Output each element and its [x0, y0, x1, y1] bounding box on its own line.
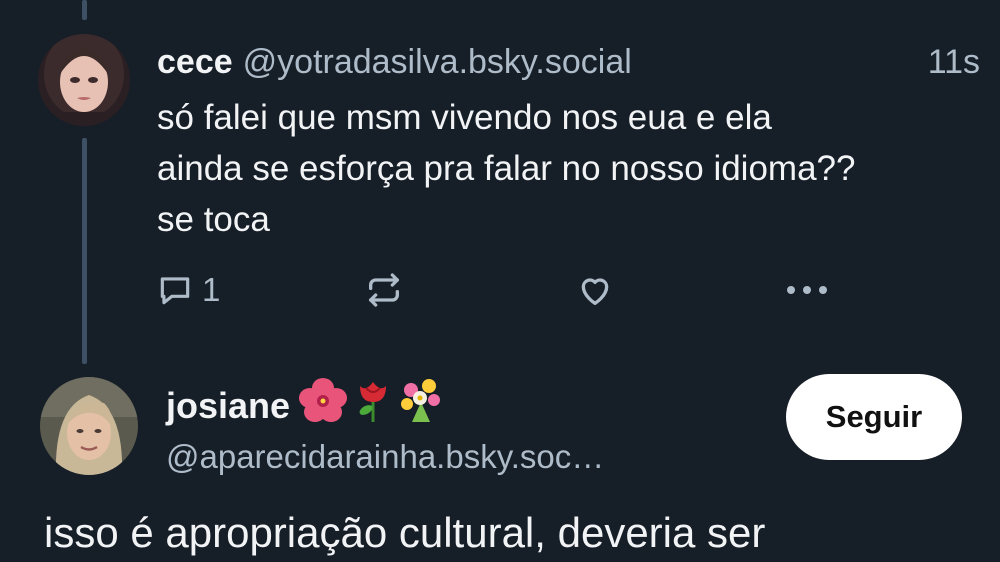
repost-icon [364, 270, 404, 310]
author-handle[interactable]: @yotradasilva.bsky.social [243, 43, 632, 81]
post-timestamp[interactable]: 11s [928, 40, 980, 84]
more-options-button[interactable] [784, 262, 830, 318]
repost-button[interactable] [364, 262, 404, 318]
post-text-line: se toca [157, 200, 270, 239]
post-text: isso é apropriação cultural, deveria ser [44, 509, 766, 556]
author-name[interactable]: cece [157, 43, 233, 81]
post-text-line: só falei que msm vivendo nos eua e ela [157, 98, 772, 137]
thread-line-top [82, 0, 87, 20]
more-icon [784, 283, 830, 297]
like-button[interactable] [575, 262, 615, 318]
author-handle[interactable]: @aparecidarainha.bsky.soc… [166, 435, 604, 479]
thread-line [82, 138, 87, 364]
hibiscus-emoji [298, 376, 348, 435]
follow-button[interactable]: Seguir [786, 374, 962, 460]
avatar[interactable] [38, 34, 130, 126]
avatar[interactable] [40, 377, 138, 475]
post-text-line: ainda se esforça pra falar no nosso idio… [157, 149, 856, 188]
author-name[interactable]: josiane [166, 383, 290, 429]
author-name-row: josiane [166, 376, 444, 435]
bouquet-emoji [398, 376, 444, 435]
post-text: só falei que msm vivendo nos eua e ela a… [157, 92, 977, 245]
reply-icon [156, 271, 194, 309]
reply-count: 1 [202, 271, 221, 308]
post-actions: 1 [0, 262, 1000, 318]
post-header: cece @yotradasilva.bsky.social 11s [157, 40, 980, 84]
like-icon [575, 270, 615, 310]
reply-button[interactable]: 1 [156, 262, 220, 318]
rose-emoji [356, 376, 390, 435]
